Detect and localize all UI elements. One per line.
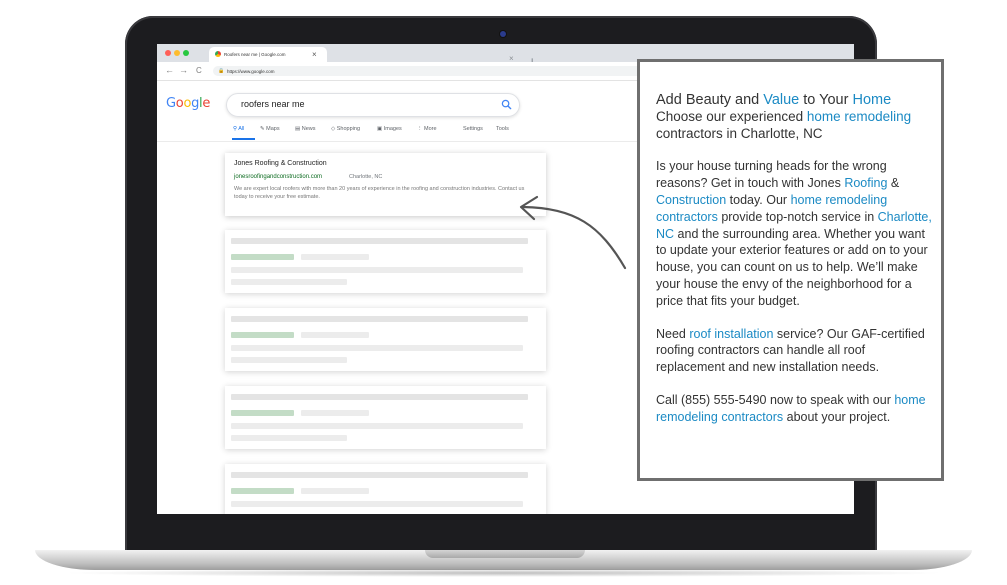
- placeholder-url-bar: [231, 488, 294, 494]
- lock-icon: 🔒: [218, 68, 225, 74]
- tab-close-icon[interactable]: ×: [312, 50, 317, 59]
- paragraph-text: Need: [656, 326, 690, 341]
- placeholder-meta-bar: [301, 332, 369, 338]
- placeholder-title-bar: [231, 316, 528, 322]
- google-logo-letter: g: [191, 96, 200, 111]
- paragraph-text: Call (855) 555-5490 now to speak with ou…: [656, 392, 895, 407]
- map-icon: ✎: [260, 126, 265, 132]
- close-window-dot[interactable]: [165, 50, 171, 56]
- camera-icon: [500, 31, 506, 37]
- tab-all-label: All: [238, 126, 245, 132]
- card-heading-highlight: Value: [763, 92, 800, 108]
- result-url[interactable]: jonesroofingandconstruction.com: [234, 174, 322, 180]
- paragraph-text: and the surrounding area. Whether you wa…: [656, 226, 928, 308]
- maximize-window-dot[interactable]: [183, 50, 189, 56]
- reload-icon[interactable]: C: [196, 66, 202, 75]
- tab-maps[interactable]: ✎ Maps: [260, 126, 280, 132]
- construction-link[interactable]: Construction: [656, 193, 726, 207]
- placeholder-result: [225, 308, 546, 371]
- placeholder-meta-bar: [301, 254, 369, 260]
- back-arrow-icon[interactable]: ←: [165, 66, 174, 75]
- tab-more[interactable]: ⋮ More: [417, 126, 437, 132]
- search-small-icon: ⚲: [233, 126, 238, 132]
- tab-news[interactable]: ▤ News: [295, 126, 316, 132]
- card-heading-text: to Your: [799, 92, 853, 108]
- paragraph-text: today. Our: [726, 192, 791, 207]
- placeholder-text-bar: [231, 435, 347, 441]
- tab-all[interactable]: ⚲ All: [233, 126, 244, 132]
- google-logo-letter: o: [183, 96, 192, 111]
- placeholder-text-bar: [231, 267, 523, 273]
- placeholder-title-bar: [231, 238, 528, 244]
- card-paragraph-3: Call (855) 555-5490 now to speak with ou…: [656, 392, 936, 426]
- google-logo-letter: G: [166, 96, 176, 111]
- search-query: roofers near me: [241, 99, 305, 109]
- placeholder-url-bar: [231, 254, 294, 260]
- tab-images-label: Images: [383, 126, 402, 132]
- card-heading: Add Beauty and Value to Your Home: [656, 92, 936, 109]
- more-dots-icon: ⋮: [417, 126, 423, 132]
- placeholder-text-bar: [231, 423, 523, 429]
- home-remodeling-link[interactable]: home remodeling: [807, 109, 911, 124]
- card-subheading: Choose our experienced home remodeling co…: [656, 109, 936, 143]
- placeholder-result: [225, 464, 546, 514]
- info-card: Add Beauty and Value to Your Home Choose…: [637, 59, 944, 481]
- placeholder-text-bar: [231, 501, 523, 507]
- card-heading-text: Add Beauty and: [656, 92, 764, 108]
- placeholder-meta-bar: [301, 488, 369, 494]
- card-subheading-text: contractors in Charlotte, NC: [656, 125, 823, 141]
- tab-maps-label: Maps: [266, 126, 280, 132]
- card-heading-highlight: Home: [852, 92, 892, 108]
- google-logo-letter: e: [202, 96, 211, 111]
- placeholder-meta-bar: [301, 410, 369, 416]
- tab-title: Roofers near me | Google.com: [224, 52, 286, 57]
- roofing-link[interactable]: Roofing: [844, 176, 887, 190]
- paragraph-text: &: [887, 176, 900, 191]
- card-subheading-text: Choose our experienced: [656, 108, 807, 124]
- laptop-shadow: [60, 569, 947, 577]
- result-location: Charlotte, NC: [349, 174, 383, 180]
- placeholder-text-bar: [231, 345, 523, 351]
- search-input[interactable]: roofers near me: [226, 93, 520, 117]
- image-icon: ▣: [377, 126, 383, 132]
- news-icon: ▤: [295, 126, 301, 132]
- url-text: https://www.google.com: [227, 68, 275, 74]
- tab-more-label: More: [424, 126, 437, 132]
- placeholder-result: [225, 386, 546, 449]
- forward-arrow-icon[interactable]: →: [179, 66, 188, 75]
- info-card-content: Add Beauty and Value to Your Home Choose…: [656, 92, 936, 426]
- placeholder-result: [225, 230, 546, 293]
- paragraph-text: about your project.: [783, 409, 891, 424]
- active-tab-underline: [232, 138, 255, 140]
- tab-images[interactable]: ▣ Images: [377, 126, 402, 132]
- placeholder-text-bar: [231, 279, 347, 285]
- minimize-window-dot[interactable]: [174, 50, 180, 56]
- placeholder-text-bar: [231, 357, 347, 363]
- tag-icon: ◇: [331, 126, 336, 132]
- laptop-base-notch: [425, 550, 585, 558]
- tab-news-label: News: [301, 126, 316, 132]
- roof-installation-link[interactable]: roof installation: [689, 327, 773, 341]
- search-result-card[interactable]: Jones Roofing & Construction jonesroofin…: [225, 153, 546, 216]
- result-description: We are expert local roofers with more th…: [234, 186, 525, 200]
- placeholder-title-bar: [231, 394, 528, 400]
- tab-shopping[interactable]: ◇ Shopping: [331, 126, 360, 132]
- placeholder-url-bar: [231, 332, 294, 338]
- placeholder-url-bar: [231, 410, 294, 416]
- search-icon[interactable]: [501, 99, 512, 110]
- google-logo[interactable]: Google: [166, 96, 210, 111]
- card-paragraph-1: Is your house turning heads for the wron…: [656, 158, 936, 309]
- paragraph-text: provide top-notch service in: [717, 209, 878, 224]
- tab-settings[interactable]: Settings: [463, 126, 483, 132]
- chrome-favicon-icon: [215, 51, 221, 57]
- tab-shopping-label: Shopping: [336, 126, 361, 132]
- browser-tab[interactable]: Roofers near me | Google.com ×: [209, 47, 327, 62]
- tab-tools[interactable]: Tools: [496, 126, 509, 132]
- result-title[interactable]: Jones Roofing & Construction: [234, 160, 327, 167]
- card-paragraph-2: Need roof installation service? Our GAF-…: [656, 326, 936, 376]
- placeholder-title-bar: [231, 472, 528, 478]
